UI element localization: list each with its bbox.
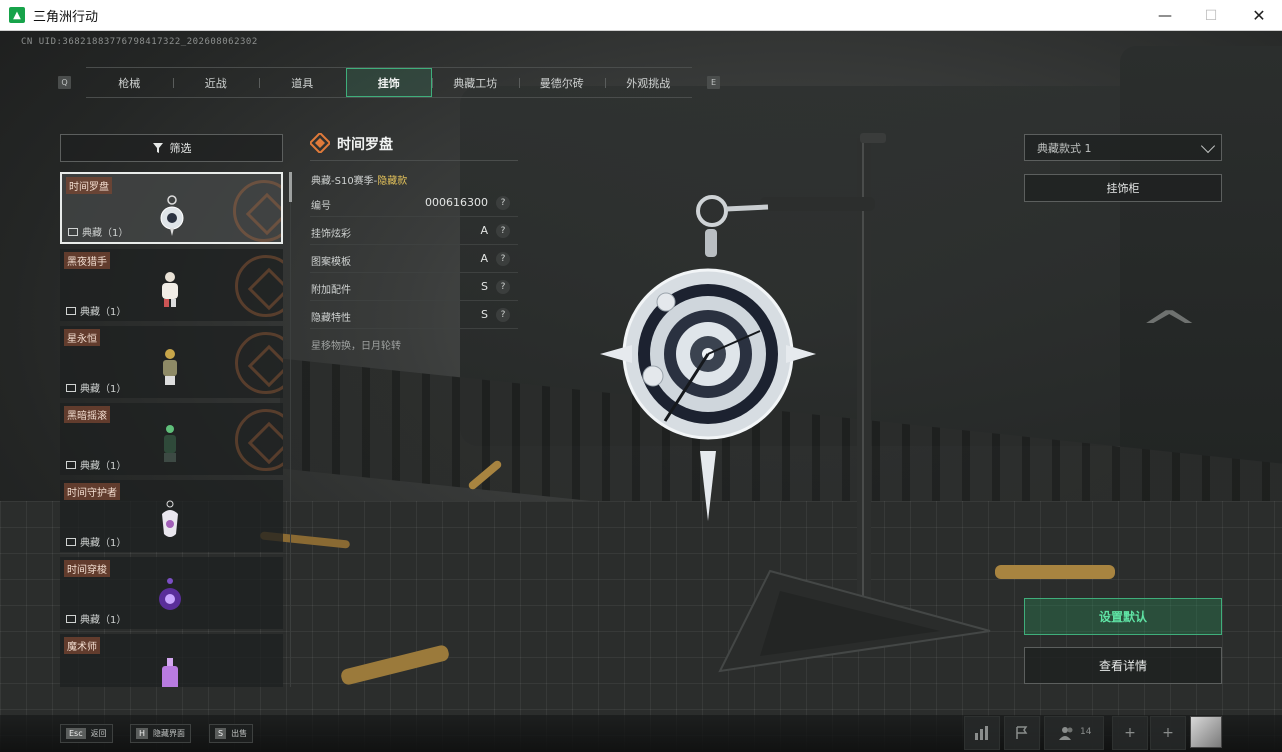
category-tabs: 枪械 近战 道具 挂饰 典藏工坊 曼德尔砖 外观挑战 (86, 67, 692, 98)
rarity-emblem-icon (235, 409, 283, 471)
detail-row-serial: 编号 000616300 ? (310, 190, 518, 217)
hidden-variant-tag: 隐藏款 (377, 176, 408, 187)
item-name: 黑夜猎手 (64, 252, 110, 269)
item-name: 黑暗摇滚 (64, 406, 110, 423)
charm-thumbnail (159, 578, 181, 610)
app-logo-icon: ▲ (9, 7, 25, 23)
list-scroll-track[interactable] (290, 172, 291, 687)
tab-melee[interactable]: 近战 (172, 68, 260, 97)
charm-list: 时间罗盘 典藏（1） 黑夜猎手 典藏（1） 星永恒 典藏（1） 黑暗摇滚 典藏（… (60, 172, 283, 687)
stats-icon[interactable] (964, 716, 1000, 750)
collection-rarity-icon (310, 133, 330, 153)
stand-arm (760, 197, 875, 211)
tab-collection-workshop[interactable]: 典藏工坊 (432, 68, 519, 97)
filter-button[interactable]: 筛选 (60, 134, 283, 162)
rarity-emblem-icon (233, 180, 281, 242)
flavor-text: 星移物换，日月轮转 (311, 341, 401, 352)
sell-hint[interactable]: S 出售 (209, 724, 254, 743)
list-item[interactable]: 黑暗摇滚 典藏（1） (60, 403, 283, 475)
item-name: 时间守护者 (64, 483, 120, 500)
view-details-button[interactable]: 查看详情 (1024, 647, 1222, 684)
item-tag: 典藏（1） (66, 611, 126, 626)
tab-prev-key[interactable]: Q (58, 76, 71, 89)
list-item[interactable]: 黑夜猎手 典藏（1） (60, 249, 283, 321)
help-icon[interactable]: ? (496, 280, 510, 294)
charm-thumbnail (164, 425, 176, 462)
help-icon[interactable]: ? (496, 224, 510, 238)
avatar[interactable] (1190, 716, 1222, 748)
close-button[interactable]: ✕ (1236, 0, 1282, 31)
friends-icon (1059, 727, 1073, 740)
item-name: 时间穿梭 (64, 560, 110, 577)
item-tag: 典藏（1） (68, 224, 128, 239)
item-name: 时间罗盘 (66, 177, 112, 194)
add-slot-button[interactable]: + (1112, 716, 1148, 750)
tab-mandel-brick[interactable]: 曼德尔砖 (518, 68, 606, 97)
image-icon (66, 614, 76, 623)
player-uid: CN UID:36821883776798417322_202608062302 (21, 37, 258, 47)
back-hint[interactable]: Esc 返回 (60, 724, 113, 743)
detail-subtitle: 典藏-S10赛季-隐藏款 (311, 176, 408, 187)
tab-appearance-challenge[interactable]: 外观挑战 (605, 68, 692, 97)
minimize-button[interactable]: — (1142, 0, 1188, 31)
hide-ui-hint[interactable]: H 隐藏界面 (130, 724, 192, 743)
filter-label: 筛选 (169, 142, 192, 155)
item-tag: 典藏（1） (66, 303, 126, 318)
friends-button[interactable] (1044, 716, 1104, 750)
add-slot-button[interactable]: + (1150, 716, 1186, 750)
style-variant-select[interactable]: 典藏款式 1 (1024, 134, 1222, 161)
pendant-ring (696, 195, 728, 227)
tab-charms[interactable]: 挂饰 (345, 68, 432, 97)
item-name: 魔术师 (64, 637, 100, 654)
help-icon[interactable]: ? (496, 308, 510, 322)
list-scrollbar-thumb[interactable] (289, 172, 292, 202)
rarity-emblem-icon (235, 332, 283, 394)
image-icon (66, 306, 76, 315)
filter-icon (152, 143, 163, 153)
charm-thumbnail (163, 349, 177, 385)
image-icon (68, 227, 78, 236)
charm-thumbnail (162, 658, 178, 687)
friend-count: 14 (1080, 727, 1092, 737)
list-item[interactable]: 星永恒 典藏（1） (60, 326, 283, 398)
time-compass-pendant (600, 268, 816, 521)
maximize-button[interactable]: ☐ (1188, 0, 1234, 31)
list-item[interactable]: 时间守护者 典藏（1） (60, 480, 283, 552)
window-title: 三角洲行动 (33, 9, 99, 25)
help-icon[interactable]: ? (496, 252, 510, 266)
image-icon (66, 537, 76, 546)
charm-cabinet-button[interactable]: 挂饰柜 (1024, 174, 1222, 202)
item-name: 星永恒 (64, 329, 100, 346)
chevron-down-icon (1200, 138, 1216, 154)
detail-row-hidden-trait: 隐藏特性 S ? (310, 302, 518, 329)
charm-thumbnail (160, 195, 184, 236)
list-item[interactable]: 魔术师 (60, 634, 283, 687)
detail-title: 时间罗盘 (337, 137, 393, 153)
tab-next-key[interactable]: E (707, 76, 720, 89)
image-icon (66, 460, 76, 469)
charm-thumbnail (162, 272, 178, 307)
item-tag: 典藏（1） (66, 380, 126, 395)
detail-row-accessory: 附加配件 S ? (310, 274, 518, 301)
charm-thumbnail (162, 500, 178, 537)
flag-icon[interactable] (1004, 716, 1040, 750)
detail-row-color: 挂饰炫彩 A ? (310, 218, 518, 245)
tab-firearms[interactable]: 枪械 (86, 68, 173, 97)
detail-divider (310, 160, 518, 161)
rarity-emblem-icon (235, 255, 283, 317)
window-titlebar: ▲ 三角洲行动 — ☐ ✕ (0, 0, 1282, 31)
item-tag: 典藏（1） (66, 457, 126, 472)
detail-row-pattern: 图案模板 A ? (310, 246, 518, 273)
list-item[interactable]: 时间穿梭 典藏（1） (60, 557, 283, 629)
tab-items[interactable]: 道具 (259, 68, 346, 97)
bullet-decorations (260, 460, 1115, 685)
list-item[interactable]: 时间罗盘 典藏（1） (60, 172, 283, 244)
item-tag: 典藏（1） (66, 534, 126, 549)
set-default-button[interactable]: 设置默认 (1024, 598, 1222, 635)
image-icon (66, 383, 76, 392)
help-icon[interactable]: ? (496, 196, 510, 210)
